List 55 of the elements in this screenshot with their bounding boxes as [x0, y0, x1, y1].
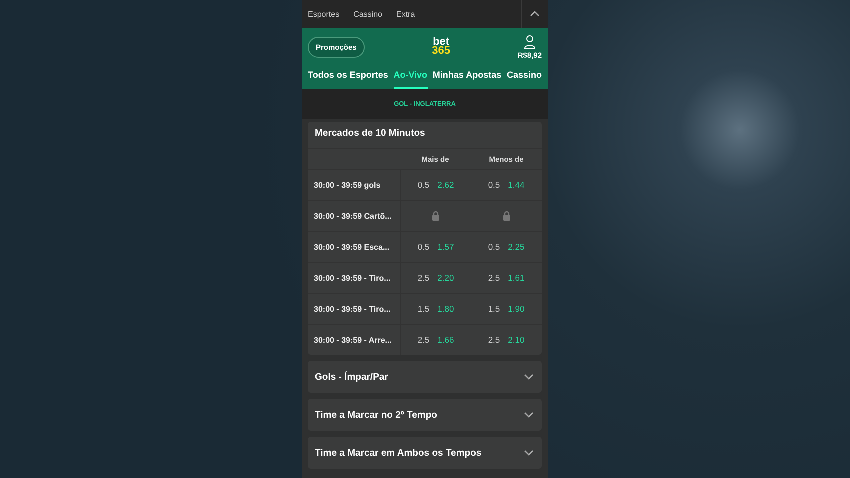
line-value: 0.5 — [488, 180, 500, 190]
nav-tab[interactable]: Cassino — [506, 66, 542, 89]
line-value: 1.5 — [418, 304, 430, 314]
chevron-icon[interactable] — [524, 374, 534, 380]
odds-button[interactable]: 0.5 1.44 — [471, 169, 542, 200]
top-link[interactable]: Esportes — [308, 10, 340, 18]
line-value: 2.5 — [418, 335, 430, 345]
line-value: 2.5 — [418, 273, 430, 283]
odds-value: 1.90 — [508, 304, 525, 314]
odds-button[interactable]: 2.5 1.61 — [471, 262, 542, 293]
chevron-icon[interactable] — [530, 11, 540, 17]
line-value: 0.5 — [488, 242, 500, 252]
lock-icon — [432, 211, 440, 221]
odds-button[interactable]: 2.5 1.66 — [400, 324, 471, 355]
top-link[interactable]: Extra — [396, 10, 416, 18]
odds-value: 1.44 — [508, 180, 525, 190]
market-row-label: 30:00 - 39:59 - Arre... — [308, 324, 400, 355]
line-value: 2.5 — [488, 273, 500, 283]
odds-button[interactable]: 0.5 2.25 — [471, 231, 542, 262]
odds-value: 2.25 — [508, 242, 525, 252]
market-row-label: 30:00 - 39:59 - Tiro... — [308, 262, 400, 293]
market-section[interactable]: Gols - Ímpar/Par — [308, 361, 542, 393]
odds-value: 1.80 — [438, 304, 454, 314]
odds-value: 1.61 — [508, 273, 525, 283]
odds-button[interactable]: 0.5 1.57 — [400, 231, 471, 262]
odds-button[interactable]: 0.5 2.62 — [400, 169, 471, 200]
line-value: 0.5 — [418, 242, 430, 252]
odds-value: 2.10 — [508, 335, 525, 345]
logo-number: 365 — [432, 47, 451, 56]
market-section[interactable]: Time a Marcar no 2º Tempo — [308, 399, 542, 431]
user-icon[interactable] — [524, 34, 536, 48]
market-row-label: 30:00 - 39:59 Esca... — [308, 231, 400, 262]
line-value: 0.5 — [418, 180, 430, 190]
chevron-icon[interactable] — [524, 450, 534, 456]
odds-button[interactable]: 2.5 2.10 — [471, 324, 542, 355]
odds-button[interactable]: 1.5 1.90 — [471, 293, 542, 324]
market-row-label: 30:00 - 39:59 gols — [308, 169, 400, 200]
odds-button[interactable]: 1.5 1.80 — [400, 293, 471, 324]
chevron-icon[interactable] — [524, 412, 534, 418]
odds-value: 1.57 — [438, 242, 454, 252]
market-title[interactable]: Mercados de 10 Minutos — [308, 122, 542, 148]
odds-value: 2.20 — [438, 273, 454, 283]
nav-tab[interactable]: Minhas Apostas — [432, 66, 502, 89]
top-link[interactable]: Cassino — [354, 10, 382, 18]
line-value: 1.5 — [488, 304, 500, 314]
market-row-label: 30:00 - 39:59 - Tiro... — [308, 293, 400, 324]
lock-icon — [502, 211, 510, 221]
nav-tab[interactable]: Todos os Esportes — [308, 66, 388, 89]
logo-text: bet — [433, 38, 450, 47]
market-row-label: 30:00 - 39:59 Cartõ... — [308, 200, 400, 231]
odds-value: 1.66 — [438, 335, 454, 345]
market-section[interactable]: Time a Marcar em Ambos os Tempos — [308, 437, 542, 469]
odds-button[interactable]: 2.5 2.20 — [400, 262, 471, 293]
odds-value: 2.62 — [438, 180, 454, 190]
line-value: 2.5 — [488, 335, 500, 345]
